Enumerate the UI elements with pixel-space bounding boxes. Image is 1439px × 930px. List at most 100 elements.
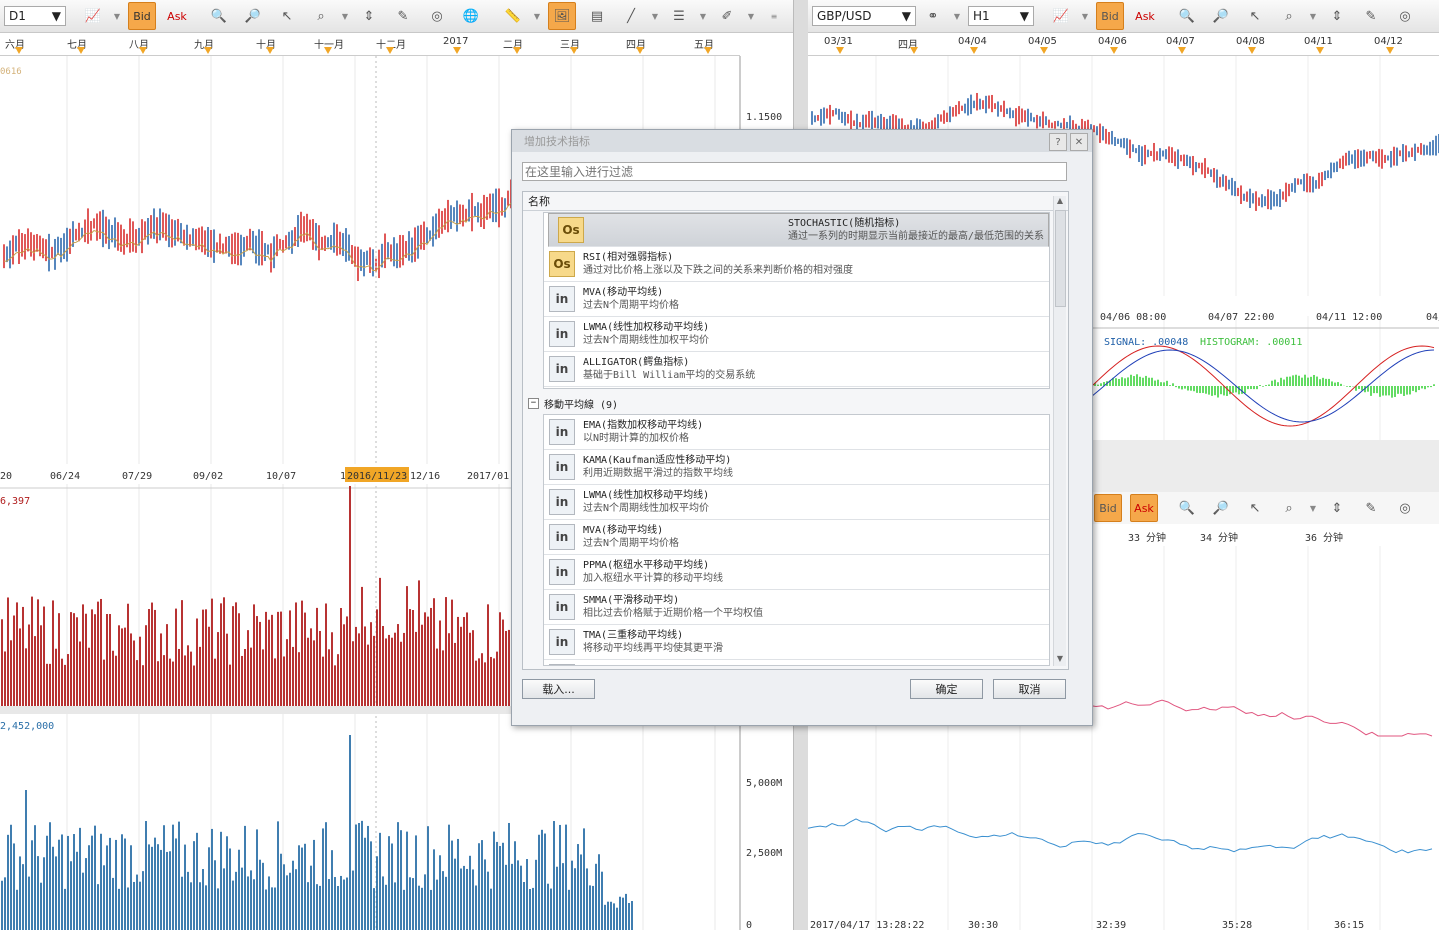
help-icon[interactable]: ? bbox=[1049, 133, 1067, 151]
zoom-in-icon[interactable]: 🔍 bbox=[1174, 495, 1200, 521]
scroll-down-icon[interactable]: ▼ bbox=[1054, 654, 1066, 666]
chevron-down-icon[interactable]: ▼ bbox=[1307, 3, 1319, 29]
scroll-thumb[interactable] bbox=[1055, 210, 1066, 307]
eye-icon[interactable]: ◎ bbox=[1392, 3, 1418, 29]
event-marker-icon[interactable] bbox=[513, 47, 521, 54]
event-marker-icon[interactable] bbox=[1248, 47, 1256, 54]
indicator-item[interactable]: in PPMA(枢纽水平移动平均线) 加入枢纽水平计算的移动平均线 bbox=[544, 555, 1049, 590]
pane-splitter[interactable] bbox=[1090, 440, 1439, 492]
timeframe-select[interactable]: D1 ▼ bbox=[4, 6, 66, 26]
zoom-range-icon[interactable]: ⌕ bbox=[1276, 3, 1302, 29]
chevron-down-icon[interactable]: ▼ bbox=[697, 3, 709, 29]
chevron-down-icon[interactable]: ▼ bbox=[339, 3, 351, 29]
zoom-range-icon[interactable]: ⌕ bbox=[1276, 495, 1302, 521]
event-marker-icon[interactable] bbox=[910, 47, 918, 54]
right-bid-button[interactable]: Bid bbox=[1096, 2, 1124, 30]
eye-icon[interactable]: ◎ bbox=[424, 3, 450, 29]
zoom-out-icon[interactable]: 🔎 bbox=[1208, 3, 1234, 29]
chart-type-icon[interactable]: 📈 bbox=[1048, 3, 1074, 29]
ask-button[interactable]: Ask bbox=[164, 3, 190, 29]
pen-icon[interactable]: ✐ bbox=[714, 3, 740, 29]
draw-icon[interactable]: ╱ bbox=[618, 3, 644, 29]
indicator-item[interactable]: Os STOCHASTIC(随机指标) 通过一系列的时期显示当前最接近的最高/最低范… bbox=[548, 213, 1049, 247]
dialog-titlebar[interactable]: 增加技术指标 ? ✕ bbox=[512, 130, 1092, 152]
event-marker-icon[interactable] bbox=[77, 47, 85, 54]
cursor-icon[interactable]: ↖ bbox=[274, 3, 300, 29]
chevron-down-icon[interactable]: ▼ bbox=[531, 3, 543, 29]
indicator-item[interactable]: in ALLIGATOR(鳄鱼指标) 基础于Bill William平均的交易系统 bbox=[544, 352, 1049, 387]
load-button[interactable]: 载入... bbox=[522, 679, 595, 699]
indicator-item[interactable]: Os RSI(相对强弱指标) 通过对比价格上涨以及下跌之间的关系来判断价格的相对强度 bbox=[544, 247, 1049, 282]
filter-input[interactable] bbox=[522, 162, 1067, 181]
chevron-down-icon[interactable]: ▼ bbox=[649, 3, 661, 29]
sub-ask-button[interactable]: Ask bbox=[1130, 494, 1158, 522]
chevron-down-icon[interactable]: ▼ bbox=[951, 3, 963, 29]
data-icon[interactable]: ⇕ bbox=[356, 3, 382, 29]
data-icon[interactable]: ⇕ bbox=[1324, 495, 1350, 521]
ruler-icon[interactable]: 📏 bbox=[500, 3, 526, 29]
event-marker-icon[interactable] bbox=[453, 47, 461, 54]
event-marker-icon[interactable] bbox=[970, 47, 978, 54]
lines-icon[interactable]: ☰ bbox=[666, 3, 692, 29]
chevron-down-icon[interactable]: ▼ bbox=[111, 3, 123, 29]
event-marker-icon[interactable] bbox=[1386, 47, 1394, 54]
indicator-item[interactable]: in LWMA(线性加权移动平均线) 过去N个周期线性加权平均价 bbox=[544, 317, 1049, 352]
eye-icon[interactable]: ◎ bbox=[1392, 495, 1418, 521]
indicator-item[interactable]: in KAMA(Kaufman适应性移动平均) 利用近期数据平滑过的指数平均线 bbox=[544, 450, 1049, 485]
edit-icon[interactable]: ✎ bbox=[1358, 495, 1384, 521]
event-marker-icon[interactable] bbox=[836, 47, 844, 54]
sub-bid-button[interactable]: Bid bbox=[1094, 494, 1122, 522]
globe-icon[interactable]: 🌐 bbox=[458, 3, 484, 29]
event-marker-icon[interactable] bbox=[386, 47, 394, 54]
indicator-item[interactable]: in MVA(移动平均线) 过去N个周期平均价格 bbox=[544, 282, 1049, 317]
cancel-button[interactable]: 取消 bbox=[993, 679, 1066, 699]
event-marker-icon[interactable] bbox=[15, 47, 23, 54]
scroll-up-icon[interactable]: ▲ bbox=[1054, 196, 1066, 208]
link-icon[interactable]: ⚭ bbox=[920, 3, 946, 29]
collapse-icon[interactable]: − bbox=[528, 398, 539, 409]
event-marker-icon[interactable] bbox=[1316, 47, 1324, 54]
cursor-icon[interactable]: ↖ bbox=[1242, 3, 1268, 29]
menu-icon[interactable]: ≡ bbox=[768, 3, 780, 29]
event-marker-icon[interactable] bbox=[139, 47, 147, 54]
event-marker-icon[interactable] bbox=[204, 47, 212, 54]
cursor-icon[interactable]: ↖ bbox=[1242, 495, 1268, 521]
close-icon[interactable]: ✕ bbox=[1070, 133, 1088, 151]
data-icon[interactable]: ⇕ bbox=[1324, 3, 1350, 29]
zoom-in-icon[interactable]: 🔍 bbox=[206, 3, 232, 29]
list-scrollbar[interactable]: ▲ ▼ bbox=[1053, 196, 1066, 666]
group-header[interactable]: − 移動平均線 (9) bbox=[528, 396, 618, 411]
indicator-item[interactable]: in MVA(移动平均线) 过去N个周期平均价格 bbox=[544, 520, 1049, 555]
bid-button[interactable]: Bid bbox=[128, 2, 156, 30]
zoom-out-icon[interactable]: 🔎 bbox=[1208, 495, 1234, 521]
event-marker-icon[interactable] bbox=[570, 47, 578, 54]
symbol-select[interactable]: GBP/USD ▼ bbox=[812, 6, 916, 26]
event-marker-icon[interactable] bbox=[1040, 47, 1048, 54]
zoom-out-icon[interactable]: 🔎 bbox=[240, 3, 266, 29]
indicator-item[interactable]: in LWMA(线性加权移动平均线) 过去N个周期线性加权平均价 bbox=[544, 485, 1049, 520]
ok-button[interactable]: 确定 bbox=[910, 679, 983, 699]
right-timeframe-select[interactable]: H1 ▼ bbox=[968, 6, 1034, 26]
edit-icon[interactable]: ✎ bbox=[390, 3, 416, 29]
zoom-in-icon[interactable]: 🔍 bbox=[1174, 3, 1200, 29]
chevron-down-icon[interactable]: ▼ bbox=[745, 3, 757, 29]
column-header[interactable]: 名称 bbox=[523, 192, 1068, 211]
chevron-down-icon[interactable]: ▼ bbox=[1307, 495, 1319, 521]
event-marker-icon[interactable] bbox=[324, 47, 332, 54]
right-ask-button[interactable]: Ask bbox=[1132, 3, 1158, 29]
image-icon[interactable]: 🖼 bbox=[548, 2, 576, 30]
event-marker-icon[interactable] bbox=[636, 47, 644, 54]
event-marker-icon[interactable] bbox=[266, 47, 274, 54]
indicator-item[interactable]: in TMA(三重移动平均线) 将移动平均线再平均使其更平滑 bbox=[544, 625, 1049, 660]
indicator-item[interactable]: inVIDYA(动态指数平均) bbox=[544, 660, 1049, 665]
event-marker-icon[interactable] bbox=[704, 47, 712, 54]
window-icon[interactable]: ▤ bbox=[584, 3, 610, 29]
event-marker-icon[interactable] bbox=[1178, 47, 1186, 54]
edit-icon[interactable]: ✎ bbox=[1358, 3, 1384, 29]
chevron-down-icon[interactable]: ▼ bbox=[1079, 3, 1091, 29]
indicator-item[interactable]: in SMMA(平滑移动平均) 相比过去价格赋于近期价格一个平均权值 bbox=[544, 590, 1049, 625]
chart-type-icon[interactable]: 📈 bbox=[80, 3, 106, 29]
indicator-item[interactable]: in EMA(指数加权移动平均线) 以N时期计算的加权价格 bbox=[544, 415, 1049, 450]
event-marker-icon[interactable] bbox=[1110, 47, 1118, 54]
zoom-range-icon[interactable]: ⌕ bbox=[308, 3, 334, 29]
